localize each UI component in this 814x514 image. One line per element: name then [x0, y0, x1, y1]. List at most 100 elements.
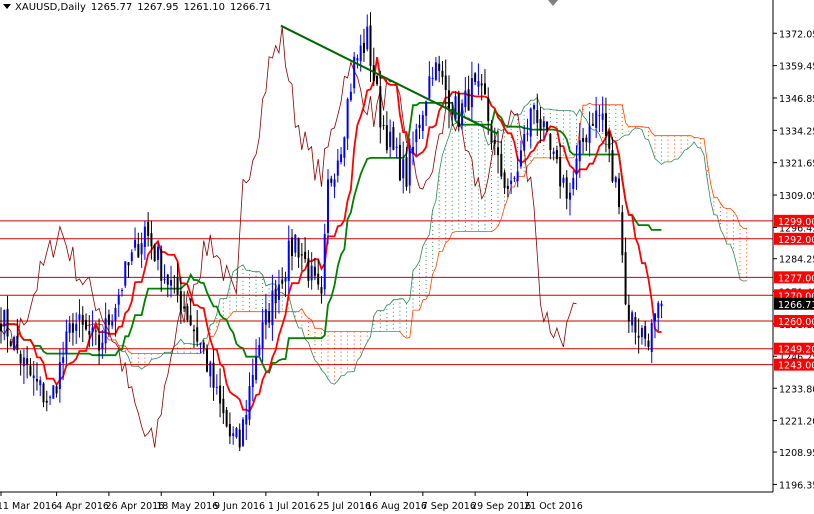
candle-body: [526, 133, 529, 135]
candle-body: [317, 273, 320, 285]
candle-body: [382, 125, 385, 127]
candle-body: [385, 125, 388, 151]
candle-body: [45, 400, 48, 403]
candle-body: [134, 240, 137, 248]
candle-body: [75, 323, 78, 331]
candle-body: [71, 323, 74, 333]
x-tick-label: 16 Aug 2016: [366, 501, 427, 512]
y-tick-label: 1233.80: [779, 384, 814, 395]
candle-body: [179, 291, 182, 311]
candle-body: [29, 365, 32, 376]
candle-body: [523, 133, 526, 151]
candle-body: [22, 357, 25, 367]
candle-body: [568, 192, 571, 200]
candle-body: [582, 138, 585, 142]
candle-body: [287, 240, 290, 281]
candle-body: [209, 362, 212, 377]
candle-body: [529, 108, 532, 137]
candle-body: [192, 329, 195, 332]
candle-body: [261, 322, 264, 349]
candle-body: [559, 156, 562, 187]
candle-body: [127, 262, 130, 266]
x-tick-label: 7 Sep 2016: [422, 501, 476, 512]
candle-body: [503, 172, 506, 188]
level-price-tag: 1292.00: [778, 235, 814, 246]
candle-body: [19, 353, 22, 364]
candle-body: [434, 62, 437, 80]
candle-body: [0, 323, 2, 332]
candle-body: [333, 179, 336, 187]
y-tick-label: 1208.95: [779, 448, 814, 459]
candle-body: [281, 279, 284, 284]
y-tick-label: 1334.25: [779, 126, 814, 137]
shift-marker-icon[interactable]: [548, 0, 558, 6]
candle-body: [206, 348, 209, 372]
level-price-tag: 1277.00: [778, 273, 814, 284]
candle-body: [98, 334, 101, 351]
candle-body: [497, 147, 500, 156]
y-tick-label: 1359.45: [779, 62, 814, 73]
candle-body: [68, 323, 71, 334]
x-tick-label: 9 Jun 2016: [214, 501, 265, 512]
candle-body: [552, 151, 555, 154]
x-tick-label: 29 Sep 2016: [471, 501, 531, 512]
candle-body: [111, 321, 114, 326]
price-chart[interactable]: 1372.05 1359.45 1346.85 1334.25 1321.65 1309.…: [0, 0, 814, 514]
candle-body: [307, 258, 310, 281]
candle-body: [137, 243, 140, 258]
candle-body: [9, 341, 12, 346]
level-price-tag: 1243.00: [778, 361, 814, 372]
candle-body: [536, 110, 539, 124]
candle-body: [248, 386, 251, 420]
candle-body: [474, 73, 477, 82]
candle-body: [173, 276, 176, 278]
ichimoku-lines: [0, 26, 662, 448]
candle-body: [120, 290, 123, 292]
candle-body: [199, 343, 202, 345]
candle-body: [467, 89, 470, 111]
candle-body: [150, 233, 153, 247]
candle-body: [601, 113, 604, 120]
candle-body: [163, 278, 166, 280]
candle-body: [91, 327, 94, 333]
candle-body: [26, 358, 29, 365]
candle-body: [235, 428, 238, 438]
candle-body: [65, 331, 68, 355]
candle-body: [464, 90, 467, 108]
candle-body: [294, 234, 297, 253]
candle-body: [291, 237, 294, 256]
y-tick-label: 1346.85: [779, 94, 814, 105]
candle-body: [300, 254, 303, 256]
x-tick-label: 21 Oct 2016: [524, 501, 583, 512]
candle-body: [268, 311, 271, 323]
candle-body: [578, 140, 581, 162]
y-tick-label: 1321.65: [779, 159, 814, 170]
candle-body: [470, 78, 473, 108]
candle-body: [644, 325, 647, 339]
candle-body: [222, 398, 225, 414]
candle-body: [255, 357, 258, 380]
candle-body: [441, 70, 444, 77]
candle-body: [546, 121, 549, 130]
close-value: 1266.71: [229, 2, 272, 13]
candle-body: [124, 261, 127, 286]
trendline: [280, 24, 498, 135]
candle-body: [621, 212, 624, 256]
candle-body: [166, 274, 169, 285]
y-tick-label: 1309.05: [779, 191, 814, 202]
candle-body: [408, 148, 411, 186]
candle-body: [284, 277, 287, 282]
collapse-triangle-icon[interactable]: [3, 4, 11, 9]
candle-body: [640, 328, 643, 338]
candle-body: [189, 315, 192, 326]
candle-body: [595, 110, 598, 128]
candle-body: [516, 171, 519, 182]
candle-body: [346, 99, 349, 139]
candle-body: [343, 137, 346, 158]
candle-body: [264, 309, 267, 325]
x-tick-label: 18 May 2016: [156, 501, 218, 512]
level-price-tag: 1249.20: [778, 345, 814, 356]
candle-body: [304, 251, 307, 260]
candle-body: [585, 137, 588, 143]
candle-body: [565, 177, 568, 199]
